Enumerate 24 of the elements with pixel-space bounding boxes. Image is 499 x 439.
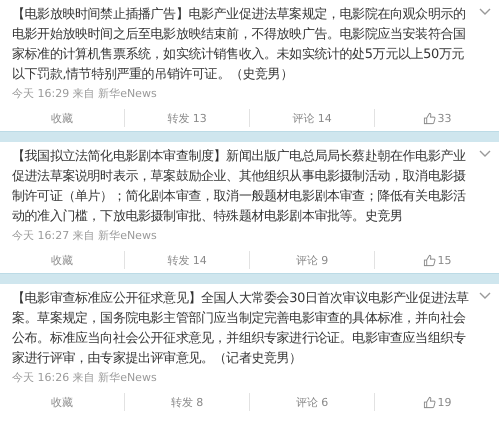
favorite-button[interactable]: 收藏 bbox=[0, 247, 124, 273]
comment-button[interactable]: 评论 9 bbox=[250, 247, 374, 273]
comment-button[interactable]: 评论 6 bbox=[250, 389, 374, 415]
chevron-down-icon[interactable] bbox=[479, 292, 491, 300]
post-text: 【我国拟立法简化电影剧本审查制度】新闻出版广电总局局长蔡赴朝在作电影产业促进法草案说明时表示，草案鼓励企业、其他组织从事电影摄制活动，取消电影摄制许可证（单片）；简化剧本审查，取消一般题材电影剧本审查；降低有关电影活动的准入门槛，下放电影摄制审批、特殊题材电影剧本审批等。史竞男 bbox=[12, 148, 467, 226]
thumbs-up-icon bbox=[422, 396, 436, 408]
thumbs-up-icon bbox=[422, 112, 436, 124]
favorite-button[interactable]: 收藏 bbox=[0, 105, 124, 131]
like-button[interactable]: 19 bbox=[375, 389, 499, 415]
like-button[interactable]: 15 bbox=[375, 247, 499, 273]
favorite-button[interactable]: 收藏 bbox=[0, 389, 124, 415]
chevron-down-icon[interactable] bbox=[479, 8, 491, 16]
like-button[interactable]: 33 bbox=[375, 105, 499, 131]
post-meta: 今天 16:27 来自 新华eNews bbox=[11, 228, 158, 244]
repost-button[interactable]: 转发 13 bbox=[125, 105, 249, 131]
chevron-down-icon[interactable] bbox=[479, 150, 491, 158]
post-text: 【电影放映时间禁止插播广告】电影产业促进法草案规定，电影院在向观众明示的电影开始放映时间之后至电影放映结束前，不得放映广告。电影院应当安装符合国家标准的计算机售票系统，如实统计销售收入。未如实统计的处5万元以上50万元以下罚款,情节特别严重的吊销许可证。（史竞男） bbox=[12, 6, 467, 84]
post-meta: 今天 16:29 来自 新华eNews bbox=[11, 86, 158, 102]
repost-button[interactable]: 转发 14 bbox=[125, 247, 249, 273]
comment-button[interactable]: 评论 14 bbox=[250, 105, 374, 131]
repost-button[interactable]: 转发 8 bbox=[125, 389, 249, 415]
thumbs-up-icon bbox=[422, 254, 436, 266]
post-meta: 今天 16:26 来自 新华eNews bbox=[11, 370, 158, 386]
post-text: 【电影审查标准应公开征求意见】全国人大常委会30日首次审议电影产业促进法草案。草案规定，国务院电影主管部门应当制定完善电影审查的具体标准，并向社会公布。标准应当向社会公开征求意见，并组织专家进行论证。电影审查应当组织专家进行评审，由专家提出评审意见。（记者史竞男） bbox=[12, 290, 470, 368]
